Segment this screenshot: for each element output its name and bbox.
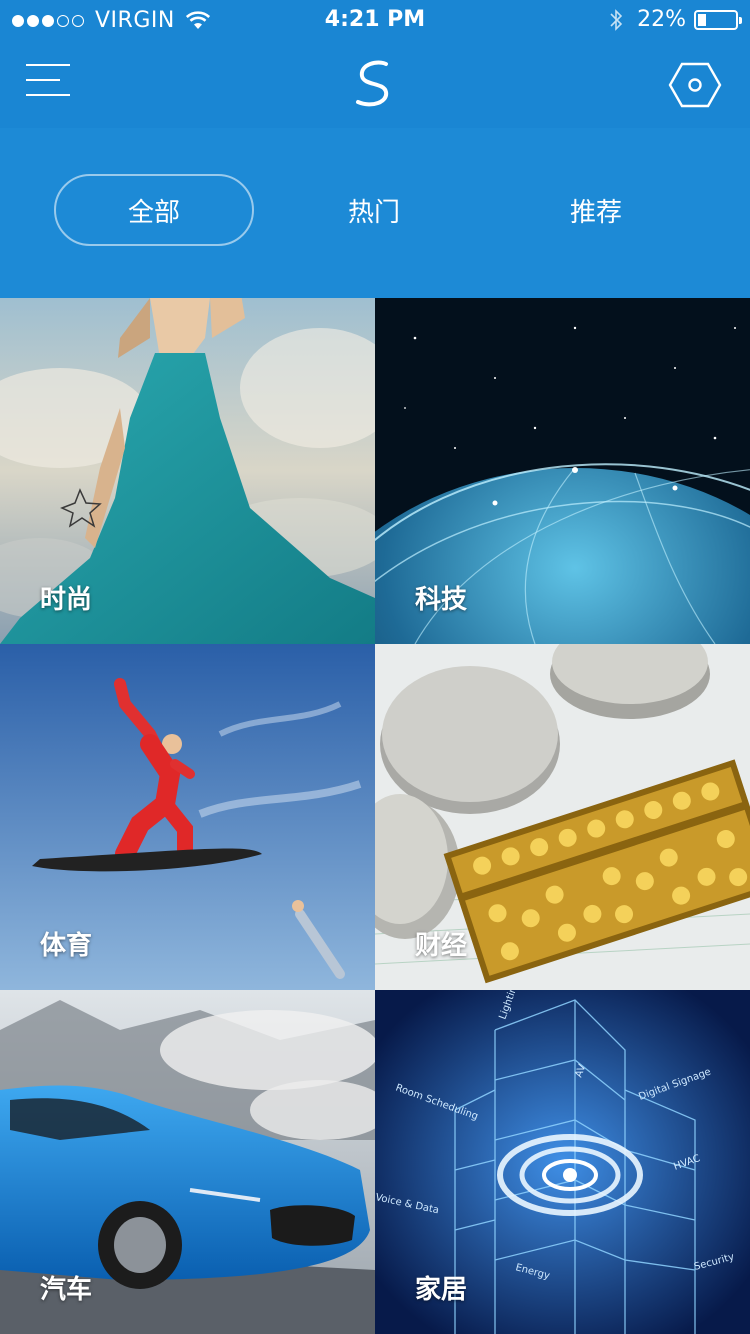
category-label-technology: 科技 bbox=[415, 585, 468, 615]
battery-level-fill bbox=[698, 13, 706, 26]
header: VIRGIN 4:21 PM 22% 全部 热门 推荐 bbox=[0, 0, 750, 298]
category-tile-home[interactable]: Lighting AV Room Scheduling Digital Sign… bbox=[375, 990, 750, 1334]
nav-bar bbox=[0, 40, 750, 128]
category-tile-finance[interactable]: 财经 bbox=[375, 644, 750, 990]
category-grid: 时尚 科技 体育 财经 汽车 Lighting AV Room Scheduli… bbox=[0, 298, 750, 1334]
signal-dot bbox=[12, 14, 24, 27]
status-right: 22% bbox=[609, 7, 742, 32]
category-tile-sports[interactable]: 体育 bbox=[0, 644, 375, 990]
category-tile-fashion[interactable]: 时尚 bbox=[0, 298, 375, 644]
battery-icon bbox=[694, 9, 742, 30]
signal-dot bbox=[57, 14, 69, 27]
tab-all[interactable]: 全部 bbox=[54, 174, 254, 246]
signal-dot bbox=[42, 14, 54, 27]
app-screen: VIRGIN 4:21 PM 22% 全部 热门 推荐 时尚 科技 体育 财经 … bbox=[0, 0, 750, 1334]
bluetooth-icon bbox=[610, 8, 623, 31]
status-left: VIRGIN bbox=[12, 8, 211, 33]
carrier-name: VIRGIN bbox=[95, 8, 175, 33]
signal-dot bbox=[72, 14, 84, 27]
hamburger-menu-icon[interactable] bbox=[26, 62, 72, 102]
wifi-icon bbox=[185, 10, 210, 29]
category-label-fashion: 时尚 bbox=[40, 585, 93, 615]
tab-hot[interactable]: 热门 bbox=[274, 174, 474, 246]
category-label-sports: 体育 bbox=[40, 931, 93, 961]
signal-dot bbox=[27, 14, 39, 27]
category-label-auto: 汽车 bbox=[40, 1275, 93, 1305]
category-tile-technology[interactable]: 科技 bbox=[375, 298, 750, 644]
tab-recommended[interactable]: 推荐 bbox=[496, 174, 696, 246]
status-bar: VIRGIN 4:21 PM 22% bbox=[0, 0, 750, 40]
s-logo-icon bbox=[356, 60, 389, 107]
category-tabs: 全部 热门 推荐 bbox=[0, 128, 750, 298]
category-label-finance: 财经 bbox=[415, 931, 468, 961]
hexagon-settings-icon[interactable] bbox=[668, 62, 722, 108]
signal-strength-icon bbox=[12, 14, 87, 27]
battery-percentage: 22% bbox=[637, 7, 686, 32]
category-label-home: 家居 bbox=[415, 1275, 468, 1305]
category-tile-auto[interactable]: 汽车 bbox=[0, 990, 375, 1334]
